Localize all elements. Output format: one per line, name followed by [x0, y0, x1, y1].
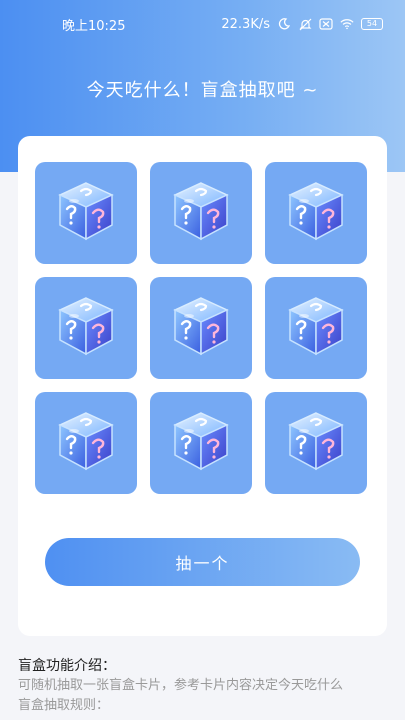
- page-title: 今天吃什么！盲盒抽取吧 ~: [86, 80, 319, 101]
- intro-title: 盲盒功能介绍：: [18, 658, 116, 674]
- blind-box-6[interactable]: [265, 277, 367, 379]
- draw-one-button[interactable]: 抽一个: [45, 538, 360, 586]
- net-speed: 22.3K/s: [221, 16, 270, 32]
- blind-box-7[interactable]: [35, 392, 137, 494]
- intro-rules-heading: 盲盒抽取规则：: [18, 698, 110, 713]
- blind-box-8[interactable]: [150, 392, 252, 494]
- mystery-box-icon: [282, 292, 350, 364]
- mystery-box-icon: [282, 407, 350, 479]
- mystery-box-icon: [282, 177, 350, 249]
- blind-box-3[interactable]: [265, 162, 367, 264]
- wifi-icon: [340, 17, 354, 31]
- status-time: 晚上10:25: [62, 18, 126, 34]
- blind-box-1[interactable]: [35, 162, 137, 264]
- mystery-box-icon: [52, 177, 120, 249]
- blind-box-4[interactable]: [35, 277, 137, 379]
- no-sim-icon: [319, 17, 333, 31]
- mystery-box-icon: [167, 407, 235, 479]
- moon-icon: [277, 17, 291, 31]
- status-bar: 晚上10:25 22.3K/s 54: [0, 0, 405, 48]
- mystery-box-icon: [167, 292, 235, 364]
- blind-box-grid: [35, 162, 367, 494]
- mystery-box-icon: [52, 292, 120, 364]
- blind-box-2[interactable]: [150, 162, 252, 264]
- mute-bell-icon: [298, 17, 312, 31]
- blind-box-5[interactable]: [150, 277, 252, 379]
- status-icons: 22.3K/s 54: [221, 17, 383, 32]
- intro-section: 盲盒功能介绍： 可随机抽取一张盲盒卡片，参考卡片内容决定今天吃什么 盲盒抽取规则…: [18, 656, 398, 716]
- blind-box-card: 抽一个: [18, 136, 387, 636]
- intro-description: 可随机抽取一张盲盒卡片，参考卡片内容决定今天吃什么: [18, 678, 344, 693]
- mystery-box-icon: [167, 177, 235, 249]
- battery-indicator: 54: [361, 18, 383, 30]
- mystery-box-icon: [52, 407, 120, 479]
- blind-box-9[interactable]: [265, 392, 367, 494]
